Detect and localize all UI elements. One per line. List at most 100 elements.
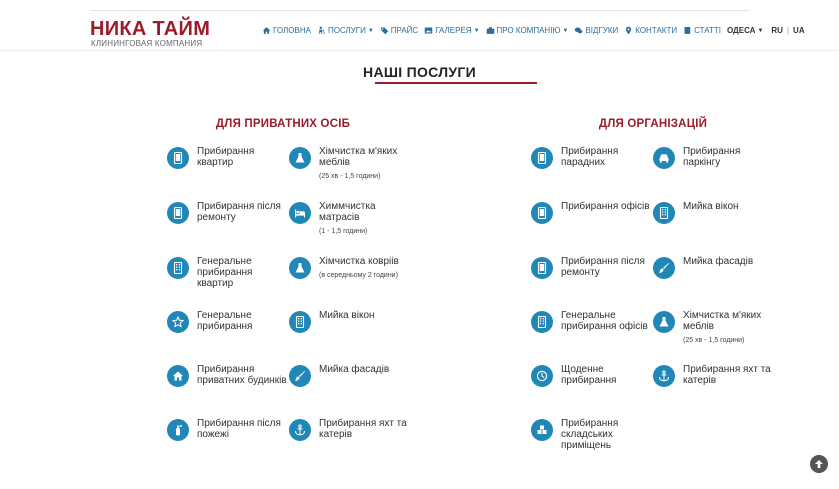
title-underline: [375, 82, 537, 84]
service-icon-badge: [531, 202, 553, 224]
nav-item-4[interactable]: ПРО КОМПАНІЮ ▼: [486, 26, 569, 35]
service-name[interactable]: Прибирання складських приміщень: [561, 418, 655, 451]
service-item[interactable]: Прибирання після пожежі: [167, 418, 291, 441]
logo-title[interactable]: НИКА ТАЙМ: [90, 18, 210, 41]
caret-down-icon: ▼: [562, 27, 569, 34]
service-name[interactable]: Прибирання квартир: [197, 146, 291, 168]
nav-item-label: КОНТАКТИ: [635, 26, 678, 35]
service-item[interactable]: Прибирання яхт та катерів: [653, 364, 777, 387]
service-item[interactable]: Прибирання приватних будинків: [167, 364, 291, 387]
service-name[interactable]: Прибирання після ремонту: [561, 256, 655, 278]
top-divider: [90, 10, 749, 11]
service-text: Прибирання яхт та катерів: [683, 364, 777, 387]
lang-ua-link[interactable]: UA: [793, 26, 805, 35]
clock-icon: [536, 370, 548, 382]
service-icon-badge: [289, 365, 311, 387]
nav-item-2[interactable]: ПРАЙС: [380, 26, 418, 35]
service-icon-badge: [531, 311, 553, 333]
scroll-to-top-button[interactable]: [810, 455, 828, 473]
anchor-icon: [294, 424, 306, 436]
map-marker-icon: [626, 26, 632, 35]
service-item[interactable]: Прибирання після ремонту: [531, 256, 655, 279]
logo-subtitle: КЛИНИНГОВАЯ КОМПАНИЯ: [91, 39, 203, 48]
service-text: Мийка фасадів: [319, 364, 389, 387]
building-icon: [659, 207, 669, 219]
nav-item-label: ГАЛЕРЕЯ: [435, 26, 472, 35]
car-icon: [659, 154, 669, 163]
site-header: НИКА ТАЙМ КЛИНИНГОВАЯ КОМПАНИЯ ГОЛОВНА ПО…: [90, 14, 805, 50]
service-item[interactable]: Прибирання паркінгу: [653, 146, 777, 169]
service-name[interactable]: Хімчистка м'яких меблів: [319, 146, 413, 168]
service-name[interactable]: Прибирання паркінгу: [683, 146, 777, 168]
service-name[interactable]: Мийка вікон: [319, 310, 375, 321]
cubes-icon: [537, 425, 547, 434]
service-name[interactable]: Мийка фасадів: [319, 364, 389, 375]
service-name[interactable]: Генеральне прибирання офісів: [561, 310, 655, 332]
service-text: Хімчистка м'яких меблів (25 хв - 1,5 годи…: [319, 146, 413, 181]
service-item[interactable]: Прибирання офісів: [531, 201, 655, 224]
service-item[interactable]: Мийка фасадів: [653, 256, 777, 279]
service-name[interactable]: Прибирання після пожежі: [197, 418, 291, 440]
service-item[interactable]: Мийка фасадів: [289, 364, 413, 387]
service-duration: (25 хв - 1,5 години): [319, 173, 381, 180]
service-name[interactable]: Хімчистка ковріів: [319, 256, 399, 267]
service-icon-badge: [653, 147, 675, 169]
service-icon-badge: [289, 202, 311, 224]
service-name[interactable]: Прибирання офісів: [561, 201, 650, 212]
service-icon-badge: [653, 257, 675, 279]
service-item[interactable]: Генеральне прибирання квартир: [167, 256, 291, 289]
service-item[interactable]: Хімчистка ковріів (в середньому 2 години): [289, 256, 413, 280]
brush-icon: [295, 371, 305, 381]
service-name[interactable]: Генеральне прибирання: [197, 310, 291, 332]
service-item[interactable]: Прибирання квартир: [167, 146, 291, 169]
nav-item-8[interactable]: ОДЕСА ▼: [727, 26, 763, 35]
service-item[interactable]: Прибирання парадних: [531, 146, 655, 169]
service-name[interactable]: Прибирання приватних будинків: [197, 364, 291, 386]
service-name[interactable]: Хімчистка м'яких меблів: [683, 310, 777, 332]
nav-item-1[interactable]: ПОСЛУГИ ▼: [317, 26, 374, 35]
nav-item-7[interactable]: СТАТТІ: [683, 26, 721, 35]
service-item[interactable]: Хімчистка м'яких меблів (25 хв - 1,5 годи…: [653, 310, 777, 345]
lang-ru-link[interactable]: RU: [771, 26, 783, 35]
service-item[interactable]: Прибирання яхт та катерів: [289, 418, 413, 441]
service-name[interactable]: Прибирання яхт та катерів: [683, 364, 777, 386]
tablet-icon: [173, 152, 183, 164]
service-name[interactable]: Мийка фасадів: [683, 256, 753, 267]
service-item[interactable]: Щоденне прибирання: [531, 364, 655, 387]
language-switcher: RU | UA: [771, 26, 804, 35]
service-text: Прибирання парадних: [561, 146, 655, 169]
service-name[interactable]: Генеральне прибирання квартир: [197, 256, 291, 289]
nav-item-0[interactable]: ГОЛОВНА: [262, 26, 311, 35]
service-name[interactable]: Мийка вікон: [683, 201, 739, 212]
nav-item-3[interactable]: ГАЛЕРЕЯ ▼: [424, 26, 480, 35]
service-text: Прибирання яхт та катерів: [319, 418, 413, 441]
nav-item-label: ПРО КОМПАНІЮ: [496, 26, 561, 35]
nav-item-label: ПОСЛУГИ: [327, 26, 366, 35]
service-name[interactable]: Прибирання яхт та катерів: [319, 418, 413, 440]
nav-item-6[interactable]: КОНТАКТИ: [624, 26, 677, 35]
service-item[interactable]: Генеральне прибирання офісів: [531, 310, 655, 333]
lang-separator: |: [786, 26, 790, 35]
service-name[interactable]: Химмчистка матрасів: [319, 201, 413, 223]
service-item[interactable]: Генеральне прибирання: [167, 310, 291, 333]
service-name[interactable]: Щоденне прибирання: [561, 364, 655, 386]
service-item[interactable]: Прибирання складських приміщень: [531, 418, 655, 451]
service-item[interactable]: Химмчистка матрасів (1 - 1,5 години): [289, 201, 413, 236]
cleaner-icon: [319, 26, 325, 34]
service-item[interactable]: Прибирання після ремонту: [167, 201, 291, 224]
service-item[interactable]: Мийка вікон: [289, 310, 413, 333]
service-name[interactable]: Прибирання після ремонту: [197, 201, 291, 223]
section-title-org: ДЛЯ ОРГАНІЗАЦІЙ: [598, 118, 708, 130]
service-icon-badge: [289, 147, 311, 169]
tablet-icon: [537, 262, 547, 274]
service-text: Мийка вікон: [683, 201, 739, 224]
service-name[interactable]: Прибирання парадних: [561, 146, 655, 168]
service-item[interactable]: Хімчистка м'яких меблів (25 хв - 1,5 годи…: [289, 146, 413, 181]
service-icon-badge: [167, 311, 189, 333]
service-icon-badge: [167, 419, 189, 441]
building-icon: [295, 316, 305, 328]
service-item[interactable]: Мийка вікон: [653, 201, 777, 224]
nav-item-5[interactable]: ВІДГУКИ: [574, 26, 618, 35]
service-icon-badge: [653, 202, 675, 224]
service-text: Генеральне прибирання квартир: [197, 256, 291, 289]
